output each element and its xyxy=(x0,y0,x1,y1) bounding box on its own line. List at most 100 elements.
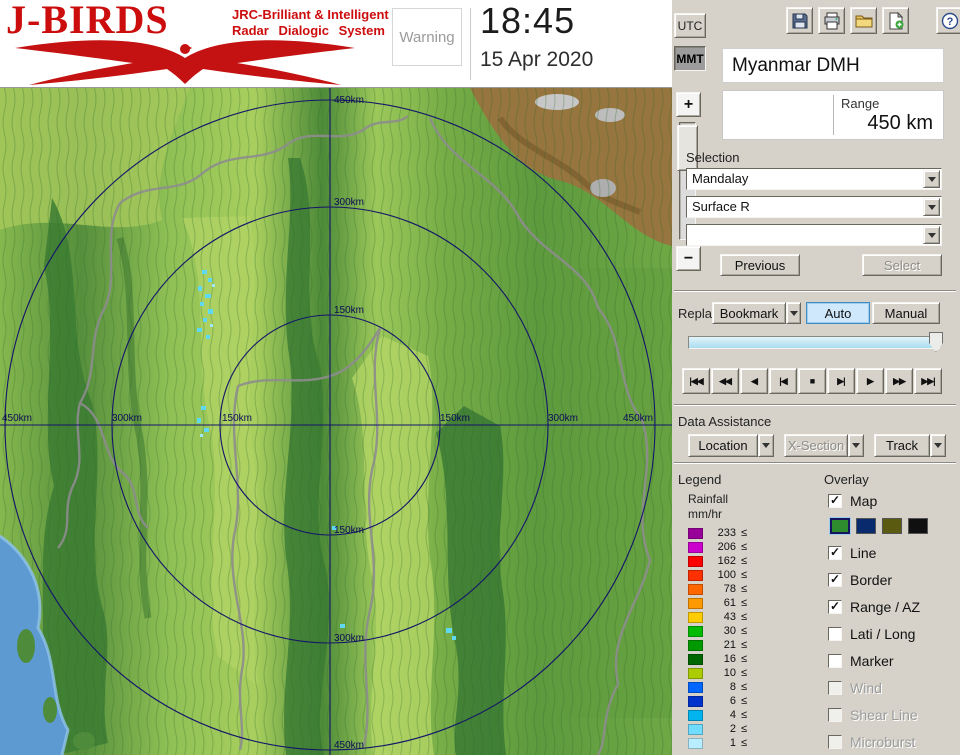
legend-row: 100 ≤ xyxy=(688,569,808,582)
map-style-swatch-navy[interactable] xyxy=(856,518,876,534)
product-combo[interactable]: Surface R xyxy=(686,196,942,218)
check-icon: ✓ xyxy=(829,493,841,507)
print-button[interactable] xyxy=(818,7,845,34)
track-button[interactable]: Track xyxy=(874,434,930,457)
export-button[interactable] xyxy=(882,7,909,34)
media-fast-rewind-button[interactable]: ◀◀ xyxy=(711,368,739,394)
legend-leq: ≤ xyxy=(741,723,748,735)
overlay-label: Overlay xyxy=(824,472,869,487)
select-button[interactable]: Select xyxy=(862,254,942,276)
media-skip-to-start-button[interactable]: |◀◀ xyxy=(682,368,710,394)
check-icon: ✓ xyxy=(829,545,841,559)
media-stop-button[interactable]: ■ xyxy=(798,368,826,394)
legend-color-swatch xyxy=(688,654,703,665)
previous-button[interactable]: Previous xyxy=(720,254,800,276)
line-checkbox[interactable]: ✓ xyxy=(828,546,842,560)
location-dropdown-button[interactable] xyxy=(758,434,774,457)
map-checkbox[interactable]: ✓ xyxy=(828,494,842,508)
xsection-button[interactable]: X-Section xyxy=(784,434,848,457)
marker-checkbox[interactable] xyxy=(828,654,842,668)
chevron-down-icon xyxy=(762,443,770,448)
shear-line-checkbox[interactable] xyxy=(828,708,842,722)
manual-button[interactable]: Manual xyxy=(872,302,940,324)
lati-long-checkbox[interactable] xyxy=(828,627,842,641)
replay-slider-thumb[interactable] xyxy=(929,332,943,352)
check-icon: ✓ xyxy=(829,599,841,613)
svg-text:150km: 150km xyxy=(440,413,470,424)
station-title-box: Myanmar DMH xyxy=(722,48,944,83)
legend-color-swatch xyxy=(688,542,703,553)
radar-map[interactable]: 450km 300km 150km 150km 300km 450km 450k… xyxy=(0,88,672,755)
overlay-item-label: Border xyxy=(850,572,893,588)
clock-date: 15 Apr 2020 xyxy=(480,48,594,71)
border-checkbox[interactable]: ✓ xyxy=(828,573,842,587)
media-controls: |◀◀ ◀◀ ◀ |◀ ■ ▶| ▶ ▶▶ ▶▶| xyxy=(682,368,942,394)
legend-color-swatch xyxy=(688,598,703,609)
map-style-swatch-black[interactable] xyxy=(908,518,928,534)
legend-leq: ≤ xyxy=(741,681,748,693)
legend-leq: ≤ xyxy=(741,611,748,623)
save-button[interactable] xyxy=(786,7,813,34)
print-icon xyxy=(824,12,839,29)
zoom-in-button[interactable]: + xyxy=(676,92,701,117)
svg-text:450km: 450km xyxy=(334,740,364,751)
legend-row: 1 ≤ xyxy=(688,737,808,750)
extra-combo[interactable] xyxy=(686,224,942,246)
legend-leq: ≤ xyxy=(741,555,748,567)
range-az-checkbox[interactable]: ✓ xyxy=(828,600,842,614)
clock-time: 18:45 xyxy=(480,0,576,41)
legend-color-swatch xyxy=(688,682,703,693)
legend-leq: ≤ xyxy=(741,667,748,679)
auto-button[interactable]: Auto xyxy=(806,302,870,324)
logo-subtitle-1: JRC-Brilliant & Intelligent xyxy=(232,7,389,22)
legend-row: 233 ≤ xyxy=(688,527,808,540)
legend-row: 21 ≤ xyxy=(688,639,808,652)
svg-text:300km: 300km xyxy=(334,197,364,208)
overlay-item-label: Marker xyxy=(850,653,894,669)
legend-color-swatch xyxy=(688,612,703,623)
media-skip-to-end-button[interactable]: ▶▶| xyxy=(914,368,942,394)
chevron-down-icon xyxy=(852,443,860,448)
zoom-out-button[interactable]: − xyxy=(676,246,701,271)
site-combo-arrow-button[interactable] xyxy=(923,170,940,188)
data-assistance-label: Data Assistance xyxy=(678,414,772,429)
bookmark-button[interactable]: Bookmark xyxy=(712,302,786,324)
bookmark-dropdown-button[interactable] xyxy=(786,302,801,324)
legend-value: 43 xyxy=(723,611,736,623)
legend-value: 162 xyxy=(717,555,736,567)
legend-color-swatch xyxy=(688,626,703,637)
track-dropdown-button[interactable] xyxy=(930,434,946,457)
jbirds-logo: J-BIRDS JRC-Brilliant & Intelligent Rada… xyxy=(4,0,389,88)
replay-slider[interactable] xyxy=(688,332,943,352)
legend-color-swatch xyxy=(688,584,703,595)
svg-text:450km: 450km xyxy=(334,95,364,106)
media-play-backward-button[interactable]: ◀ xyxy=(740,368,768,394)
legend-leq: ≤ xyxy=(741,625,748,637)
warning-label: Warning xyxy=(399,28,455,46)
media-fast-forward-button[interactable]: ▶▶ xyxy=(885,368,913,394)
warning-button[interactable]: Warning xyxy=(392,8,462,66)
extra-combo-arrow-button[interactable] xyxy=(923,226,940,244)
media-step-forward-button[interactable]: ▶| xyxy=(827,368,855,394)
legend-color-swatch xyxy=(688,640,703,651)
overlay-item-label: Shear Line xyxy=(850,707,918,723)
site-combo[interactable]: Mandalay xyxy=(686,168,942,190)
map-style-swatch-green[interactable] xyxy=(830,518,850,534)
xsection-dropdown-button[interactable] xyxy=(848,434,864,457)
folder-icon xyxy=(855,15,872,27)
mmt-button[interactable]: MMT xyxy=(674,46,706,71)
media-play-button[interactable]: ▶ xyxy=(856,368,884,394)
svg-text:?: ? xyxy=(946,16,953,28)
check-icon: ✓ xyxy=(829,572,841,586)
microburst-checkbox[interactable] xyxy=(828,735,842,749)
legend-value: 2 xyxy=(729,723,736,735)
help-button[interactable]: ? xyxy=(936,7,960,34)
wind-checkbox[interactable] xyxy=(828,681,842,695)
location-button[interactable]: Location xyxy=(688,434,758,457)
map-style-swatch-olive[interactable] xyxy=(882,518,902,534)
media-step-backward-button[interactable]: |◀ xyxy=(769,368,797,394)
product-combo-arrow-button[interactable] xyxy=(923,198,940,216)
utc-button[interactable]: UTC xyxy=(674,13,706,38)
folder-button[interactable] xyxy=(850,7,877,34)
legend-row: 16 ≤ xyxy=(688,653,808,666)
